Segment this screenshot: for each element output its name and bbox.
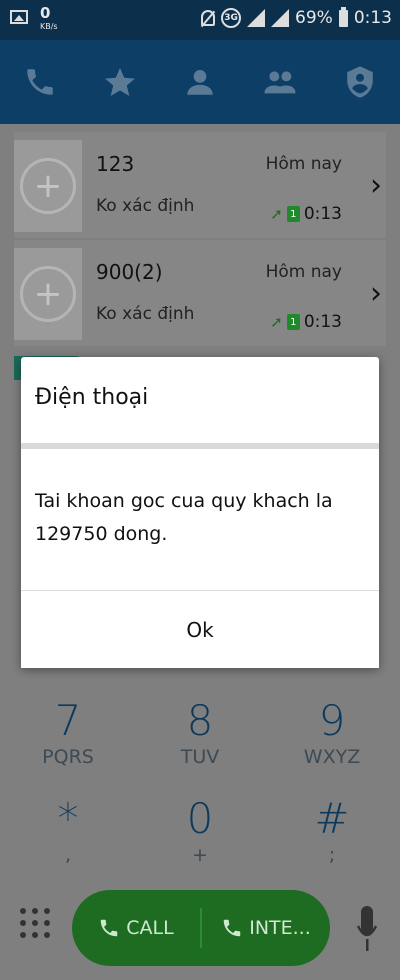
status-bar: 0 KB/s 3G 69% 0:13 [0, 0, 400, 40]
ok-button[interactable]: Ok [21, 591, 379, 668]
dial-key-digit: # [314, 794, 350, 843]
group-icon [264, 71, 296, 94]
caller-location: Ko xác định [96, 304, 195, 324]
dial-key-9[interactable]: 9 WXYZ [282, 696, 382, 769]
caller-name: 900(2) [96, 260, 163, 284]
image-notification-icon [10, 10, 28, 24]
signal-icon [247, 9, 266, 27]
dial-key-letters: + [192, 844, 208, 866]
dial-key-7[interactable]: 7 PQRS [18, 696, 118, 769]
battery-percent: 69% [295, 8, 333, 28]
dial-key-0[interactable]: 0 + [150, 794, 250, 867]
signal-icon-2 [271, 9, 290, 27]
avatar[interactable]: + [14, 248, 82, 340]
call-date: Hôm nay [265, 262, 342, 282]
tab-groups[interactable] [252, 54, 308, 110]
alert-dialog: Điện thoại Tai khoan goc cua quy khach l… [21, 357, 379, 668]
dialog-title-divider [21, 443, 379, 449]
dial-key-letters: TUV [180, 746, 220, 768]
outgoing-call-icon: ➚ [270, 205, 283, 223]
dial-key-letters: ; [328, 844, 336, 866]
caller-name: 123 [96, 152, 135, 176]
sim-badge: 1 [286, 314, 300, 330]
dial-key-digit: * [57, 794, 79, 843]
tab-blocked[interactable] [332, 54, 388, 110]
tab-favorites[interactable] [92, 54, 148, 110]
avatar[interactable]: + [14, 140, 82, 232]
dial-key-star[interactable]: * , [18, 794, 118, 867]
dial-key-hash[interactable]: # ; [282, 794, 382, 867]
internet-call-label: INTE... [249, 917, 311, 939]
tab-bar [0, 40, 400, 124]
dial-key-digit: 0 [186, 794, 214, 843]
outgoing-call-icon: ➚ [270, 313, 283, 331]
network-speed: 0 KB/s [40, 6, 58, 31]
call-button[interactable]: CALL [72, 917, 200, 939]
shield-person-icon [347, 66, 373, 98]
microphone-icon[interactable] [356, 904, 378, 956]
tab-phone[interactable] [12, 54, 68, 110]
dialog-message: Tai khoan goc cua quy khach la 129750 do… [35, 490, 333, 545]
call-log-item[interactable]: + 900(2) Ko xác định Hôm nay ➚ 1 0:13 › [14, 240, 386, 346]
chevron-right-icon[interactable]: › [370, 276, 382, 311]
dial-key-digit: 9 [318, 696, 346, 745]
sim-badge: 1 [286, 206, 300, 222]
call-time: 0:13 [303, 312, 342, 332]
call-button-label: CALL [126, 917, 174, 939]
internet-call-button[interactable]: INTE... [202, 917, 330, 939]
call-log-item[interactable]: + 123 Ko xác định Hôm nay ➚ 1 0:13 › [14, 132, 386, 238]
clock: 0:13 [353, 8, 392, 28]
dial-key-digit: 8 [186, 696, 214, 745]
chevron-right-icon[interactable]: › [370, 168, 382, 203]
phone-icon [27, 69, 53, 95]
caller-location: Ko xác định [96, 196, 195, 216]
call-time: 0:13 [303, 204, 342, 224]
dial-key-letters: , [64, 844, 72, 866]
phone-icon [101, 919, 118, 937]
network-speed-value: 0 [40, 4, 51, 22]
call-date: Hôm nay [265, 154, 342, 174]
add-contact-icon: + [20, 158, 76, 214]
dialog-title: Điện thoại [35, 385, 149, 410]
add-contact-icon: + [20, 266, 76, 322]
battery-icon [338, 6, 348, 27]
muted-bell-icon [201, 10, 216, 26]
network-type-badge: 3G [221, 8, 242, 28]
call-button-group: CALL INTE... [72, 890, 330, 966]
dialer-action-bar: CALL INTE... [0, 884, 400, 980]
dialpad-toggle-icon[interactable] [18, 906, 54, 952]
dial-key-8[interactable]: 8 TUV [150, 696, 250, 769]
dial-key-digit: 7 [54, 696, 82, 745]
person-icon [187, 69, 213, 95]
dial-key-letters: PQRS [42, 746, 94, 768]
phone-icon [223, 919, 241, 937]
dial-key-letters: WXYZ [303, 746, 361, 768]
star-icon [105, 67, 135, 97]
tab-contacts[interactable] [172, 54, 228, 110]
network-speed-unit: KB/s [40, 22, 58, 31]
